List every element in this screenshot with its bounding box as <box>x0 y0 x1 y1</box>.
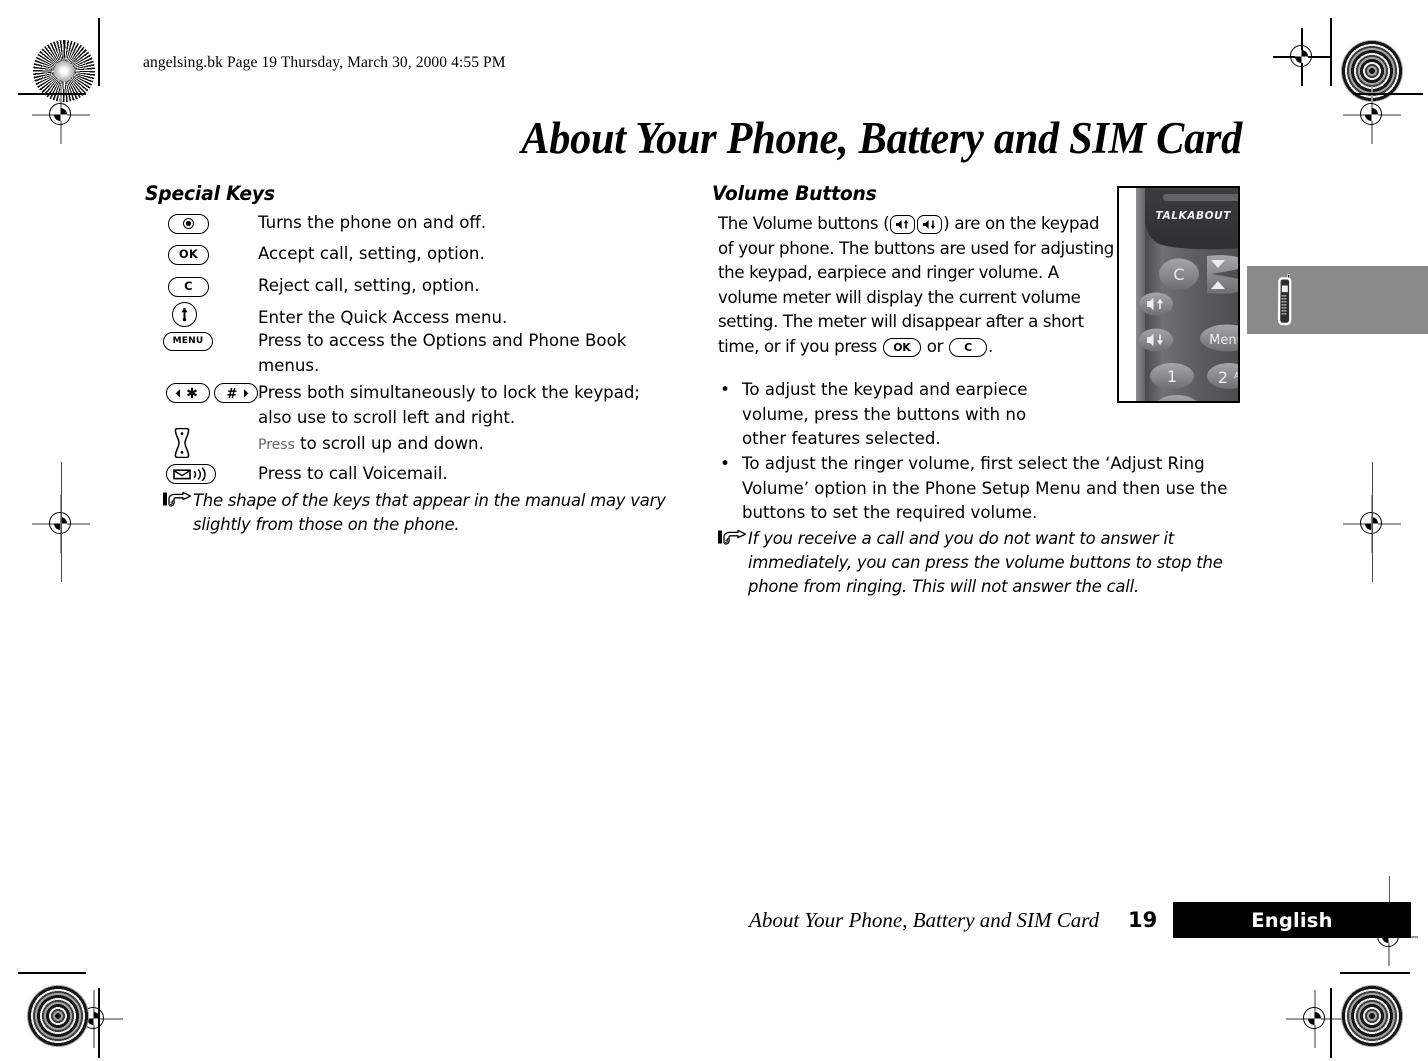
svg-text:#: # <box>227 387 238 400</box>
svg-text:✱: ✱ <box>186 387 198 400</box>
svg-text:Menu: Menu <box>1209 333 1238 348</box>
svg-text:TALKABOUT: TALKABOUT <box>1156 210 1232 222</box>
menu-key-label: MENU <box>163 332 213 351</box>
key-glyph-scroll <box>172 427 192 462</box>
trim-line <box>1340 972 1410 974</box>
key-glyph-power <box>168 213 209 234</box>
registration-target <box>1273 28 1331 86</box>
bullet-marker: • <box>720 380 731 400</box>
special-key-desc-scroll: Press to scroll up and down. <box>258 434 484 453</box>
key-glyph-ok: OK <box>168 244 209 265</box>
svg-text:1: 1 <box>1167 367 1177 386</box>
special-key-desc-quick-access: Enter the Quick Access menu. <box>258 308 508 327</box>
volume-up-key-icon <box>890 215 916 234</box>
key-glyph-clear: C <box>168 276 209 297</box>
registration-target <box>1343 86 1401 144</box>
special-key-desc-ok: Accept call, setting, option. <box>258 244 485 263</box>
voicemail-icon <box>173 466 206 481</box>
volume-bullet-2-text: To adjust the ringer volume, first selec… <box>742 454 1228 523</box>
note-volume-buttons: If you receive a call and you do not wan… <box>718 527 1246 600</box>
svg-text:C: C <box>1173 265 1184 284</box>
hash-key: # <box>214 383 258 403</box>
trim-line <box>1353 93 1423 95</box>
phone-photo: TALKABOUT C Menu 1 2 A <box>1119 188 1238 401</box>
volume-paragraph-end: . <box>987 336 993 356</box>
special-keys-section: Special Keys <box>145 182 685 205</box>
section-heading-volume-buttons: Volume Buttons <box>712 182 877 205</box>
trim-line <box>18 972 86 974</box>
note-special-keys-text: The shape of the keys that appear in the… <box>193 491 666 535</box>
registration-target <box>1286 990 1344 1048</box>
ring-calibration-mark <box>1341 985 1403 1047</box>
clear-key-inline: C <box>948 337 987 357</box>
footer-page-number: 19 <box>1128 908 1158 932</box>
volume-down-key-icon <box>917 215 943 234</box>
up-arrow-icon <box>181 307 188 322</box>
note-special-keys: The shape of the keys that appear in the… <box>163 489 683 537</box>
press-word: Press <box>258 437 295 453</box>
trim-line <box>98 988 100 1058</box>
footer-language-bar: English <box>1173 902 1411 938</box>
key-glyph-star-hash: ✱ # <box>166 383 258 403</box>
volume-paragraph-part1: The Volume buttons ( <box>718 214 890 233</box>
ok-key-inline: OK <box>882 337 921 357</box>
volume-paragraph-part2: ) are on the keypad of your phone. The b… <box>718 214 1114 356</box>
section-heading-special-keys: Special Keys <box>145 182 275 205</box>
trim-line <box>60 462 62 582</box>
special-key-desc-menu: Press to access the Options and Phone Bo… <box>258 331 627 375</box>
volume-bullet-1-text: To adjust the keypad and earpiece volume… <box>742 380 1028 449</box>
key-glyph-menu: MENU <box>163 331 213 351</box>
trim-line <box>1330 18 1332 86</box>
phone-thumbnail-icon <box>1277 274 1292 326</box>
volume-buttons-section: Volume Buttons <box>712 182 1132 205</box>
print-header-text: angelsing.bk Page 19 Thursday, March 30,… <box>143 54 506 71</box>
scroll-updown-icon <box>174 427 190 459</box>
svg-text:ABC: ABC <box>1234 371 1238 380</box>
registration-target <box>32 86 90 144</box>
trim-line <box>1330 988 1332 1058</box>
svg-text:2: 2 <box>1218 368 1228 387</box>
trim-line <box>1371 462 1373 582</box>
bullet-marker: • <box>720 454 731 474</box>
footer-language-label: English <box>1251 908 1333 932</box>
volume-paragraph-or: or <box>921 336 948 356</box>
star-key: ✱ <box>166 383 210 403</box>
volume-bullet-2: • To adjust the ringer volume, first sel… <box>720 452 1240 526</box>
volume-paragraph: The Volume buttons ( ) are on the keypad… <box>718 212 1116 360</box>
volume-bullet-1: • To adjust the keypad and earpiece volu… <box>720 378 1050 452</box>
special-key-desc-power: Turns the phone on and off. <box>258 213 487 232</box>
key-glyph-quick-access <box>172 302 197 327</box>
phone-photo-frame: TALKABOUT C Menu 1 2 A <box>1117 186 1240 403</box>
key-glyph-voicemail <box>166 463 216 484</box>
special-key-desc-clear: Reject call, setting, option. <box>258 276 480 295</box>
pointing-hand-icon <box>163 491 193 509</box>
clear-key-label: C <box>168 276 209 297</box>
special-key-desc-voicemail: Press to call Voicemail. <box>258 464 448 483</box>
ring-calibration-mark <box>27 985 89 1047</box>
trim-line <box>18 93 86 95</box>
note-volume-buttons-text: If you receive a call and you do not wan… <box>748 529 1223 597</box>
special-key-desc-star-hash: Press both simultaneously to lock the ke… <box>258 383 640 427</box>
page-title: About Your Phone, Battery and SIM Card <box>521 113 1242 163</box>
ok-key-label: OK <box>168 244 209 265</box>
pointing-hand-icon <box>718 529 748 547</box>
power-icon <box>183 218 194 229</box>
trim-line <box>98 18 100 86</box>
chapter-thumb-tab <box>1247 266 1428 334</box>
footer-chapter-title: About Your Phone, Battery and SIM Card <box>749 908 1100 932</box>
